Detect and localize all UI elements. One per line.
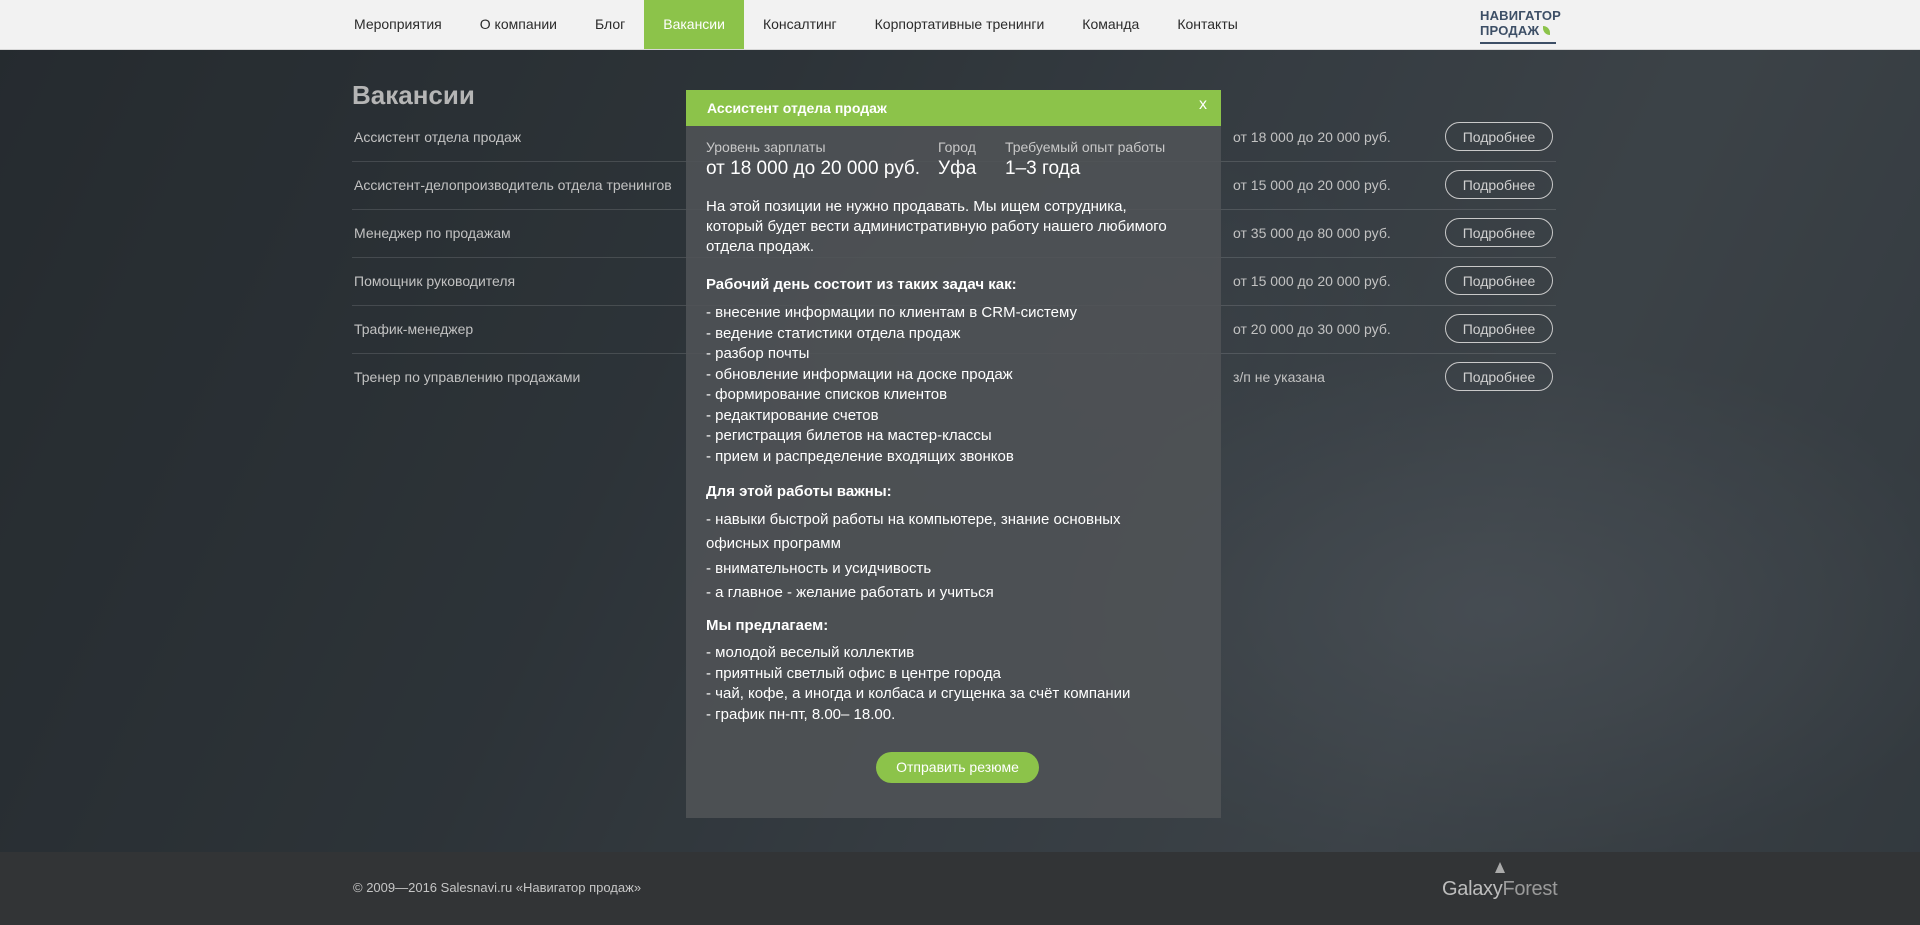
nav-item-consulting[interactable]: Консалтинг	[744, 0, 856, 49]
developer-logo-part1: Galaxy	[1442, 878, 1503, 900]
list-item: - формирование списков клиентов	[706, 386, 948, 403]
list-item: - а главное - желание работать и учиться	[706, 584, 994, 601]
list-item: - приятный светлый офис в центре города	[706, 664, 1001, 682]
offer-heading: Мы предлагаем:	[706, 617, 829, 634]
close-icon[interactable]: x	[1199, 96, 1207, 114]
vacancy-salary: от 15 000 до 20 000 руб.	[1233, 177, 1391, 193]
vacancy-name[interactable]: Менеджер по продажам	[354, 225, 511, 241]
vacancy-salary: з/п не указана	[1233, 369, 1325, 385]
vacancy-details-button[interactable]: Подробнее	[1445, 314, 1553, 343]
vacancy-salary: от 15 000 до 20 000 руб.	[1233, 273, 1391, 289]
copyright-text: © 2009—2016 Salesnavi.ru «Навигатор прод…	[353, 880, 642, 895]
workday-heading: Рабочий день состоит из таких задач как:	[706, 276, 1017, 293]
list-item: - обновление информации на доске продаж	[706, 365, 1013, 383]
footer: © 2009—2016 Salesnavi.ru «Навигатор прод…	[0, 852, 1920, 925]
offer-list: - молодой веселый коллектив - приятный с…	[706, 643, 1206, 725]
logo-line-1: НАВИГАТОР	[1480, 8, 1561, 23]
vacancy-name[interactable]: Помощник руководителя	[354, 273, 515, 289]
list-item: - график пн-пт, 8.00– 18.00.	[706, 705, 896, 723]
experience-label: Требуемый опыт работы	[1005, 139, 1166, 155]
salary-label: Уровень зарплаты	[706, 139, 826, 155]
developer-logo-part2: Forest	[1502, 878, 1558, 900]
list-item: - регистрация билетов на мастер-классы	[706, 427, 992, 444]
vacancy-name[interactable]: Тренер по управлению продажами	[354, 369, 580, 385]
list-item: - чай, кофе, а иногда и колбаса и сгущен…	[706, 685, 1131, 702]
nav-item-team[interactable]: Команда	[1063, 0, 1158, 49]
top-navigation: Мероприятия О компании Блог Вакансии Кон…	[0, 0, 1920, 50]
list-item: - внимательность и усидчивость	[706, 559, 932, 577]
vacancy-salary: от 20 000 до 30 000 руб.	[1233, 321, 1391, 337]
nav-item-blog[interactable]: Блог	[576, 0, 644, 49]
page-title: Вакансии	[352, 80, 475, 110]
city-label: Город	[938, 139, 976, 155]
requirements-heading: Для этой работы важны:	[706, 483, 892, 500]
list-item: - прием и распределение входящих звонков	[706, 447, 1014, 465]
vacancy-modal: Ассистент отдела продаж x Уровень зарпла…	[686, 90, 1221, 818]
vacancy-salary: от 35 000 до 80 000 руб.	[1233, 225, 1391, 241]
vacancy-salary: от 18 000 до 20 000 руб.	[1233, 129, 1391, 145]
nav-item-about[interactable]: О компании	[461, 0, 576, 49]
nav-item-trainings[interactable]: Корпортативные тренинги	[856, 0, 1064, 49]
nav-item-events[interactable]: Мероприятия	[335, 0, 461, 49]
nav-item-contacts[interactable]: Контакты	[1158, 0, 1256, 49]
send-resume-button[interactable]: Отправить резюме	[876, 752, 1039, 783]
modal-title: Ассистент отдела продаж	[707, 100, 887, 116]
nav-menu: Мероприятия О компании Блог Вакансии Кон…	[335, 0, 1257, 49]
vacancy-details-button[interactable]: Подробнее	[1445, 218, 1553, 247]
city-value: Уфа	[938, 158, 977, 179]
site-logo[interactable]: НАВИГАТОР ПРОДАЖ	[1480, 8, 1561, 44]
requirements-list: - навыки быстрой работы на компьютере, з…	[706, 508, 1166, 606]
list-item: - редактирование счетов	[706, 406, 879, 424]
vacancy-details-button[interactable]: Подробнее	[1445, 266, 1553, 295]
modal-header: Ассистент отдела продаж x	[686, 90, 1221, 126]
tree-icon	[1495, 862, 1505, 873]
salary-value: от 18 000 до 20 000 руб.	[706, 158, 921, 179]
list-item: - разбор почты	[706, 345, 810, 362]
vacancy-name[interactable]: Трафик-менеджер	[354, 321, 473, 337]
task-list: - внесение информации по клиентам в CRM-…	[706, 303, 1176, 467]
vacancy-name[interactable]: Ассистент-делопроизводитель отдела трени…	[354, 177, 672, 193]
developer-logo[interactable]: GalaxyForest	[1442, 878, 1558, 901]
vacancy-details-button[interactable]: Подробнее	[1445, 122, 1553, 151]
list-item: - внесение информации по клиентам в CRM-…	[706, 304, 1077, 321]
vacancy-intro: На этой позиции не нужно продавать. Мы и…	[706, 198, 1167, 255]
vacancy-details-button[interactable]: Подробнее	[1445, 362, 1553, 391]
vacancy-details-button[interactable]: Подробнее	[1445, 170, 1553, 199]
experience-value: 1–3 года	[1005, 158, 1081, 179]
list-item: - молодой веселый коллектив	[706, 644, 915, 661]
vacancy-name[interactable]: Ассистент отдела продаж	[354, 129, 521, 145]
list-item: - ведение статистики отдела продаж	[706, 324, 961, 342]
nav-item-vacancies[interactable]: Вакансии	[644, 0, 744, 49]
list-item: - навыки быстрой работы на компьютере, з…	[706, 511, 1121, 552]
